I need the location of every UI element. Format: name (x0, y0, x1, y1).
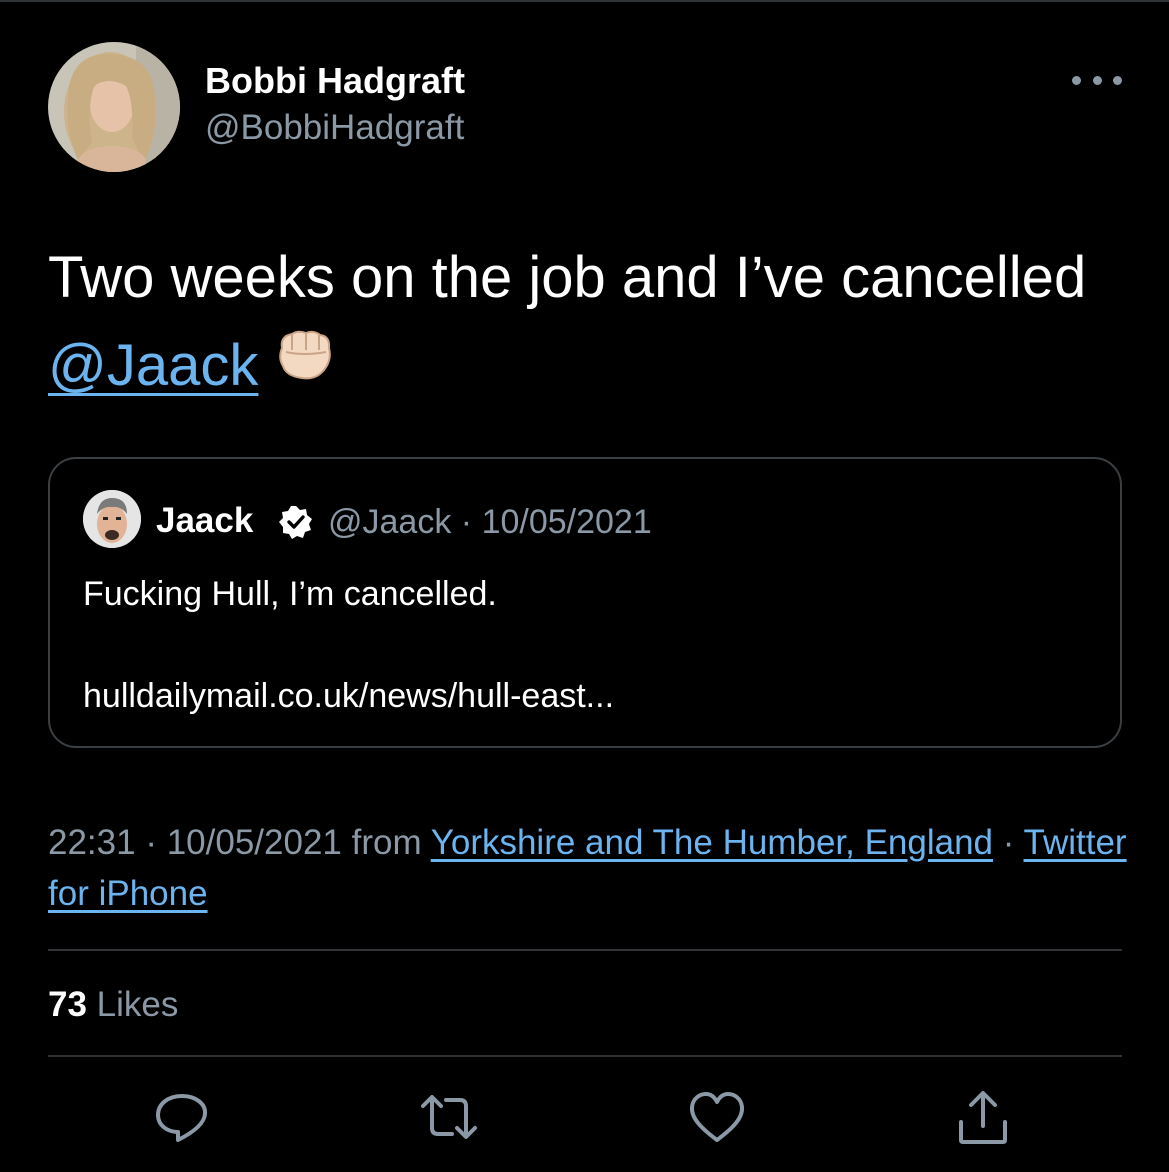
verified-badge-icon (278, 504, 314, 540)
meta-separator: · (460, 503, 473, 541)
quoted-author-handle[interactable]: @Jaack (328, 503, 451, 541)
share-icon (959, 1091, 1007, 1144)
quoted-author-avatar[interactable] (83, 490, 141, 548)
divider (48, 1055, 1122, 1057)
quoted-tweet-text: Fucking Hull, I’m cancelled. (83, 575, 497, 613)
tweet-meta: 22:31 · 10/05/2021 from Yorkshire and Th… (48, 817, 1128, 919)
like-icon (689, 1092, 745, 1142)
author-name[interactable]: Bobbi Hadgraft (205, 60, 465, 102)
from-label: from (351, 823, 422, 862)
tweet-mention-link[interactable]: @Jaack (48, 333, 258, 398)
divider (48, 949, 1122, 951)
author-avatar[interactable] (48, 42, 180, 172)
quoted-meta: @Jaack · 10/05/2021 (328, 503, 652, 542)
meta-separator: · (145, 823, 157, 862)
retweet-button[interactable] (419, 1088, 479, 1148)
author-handle[interactable]: @BobbiHadgraft (205, 108, 464, 148)
fist-icon (274, 319, 334, 407)
quoted-tweet-card[interactable]: Jaack @Jaack · 10/05/2021 Fucking Hull, … (48, 457, 1122, 748)
more-dot (1113, 75, 1122, 85)
quoted-author-name[interactable]: Jaack (156, 501, 253, 541)
like-button[interactable] (687, 1088, 747, 1148)
likes-label: Likes (96, 985, 179, 1024)
quoted-tweet-link[interactable]: hulldailymail.co.uk/news/hull-east... (83, 677, 614, 716)
location-link[interactable]: Yorkshire and The Humber, England (431, 823, 993, 862)
tweet-date: 10/05/2021 (166, 823, 342, 862)
retweet-icon (421, 1095, 477, 1139)
tweet-text: Two weeks on the job and I’ve cancelled … (48, 234, 1128, 410)
meta-separator: · (1002, 823, 1015, 862)
reply-button[interactable] (152, 1088, 212, 1148)
more-dot (1092, 75, 1102, 85)
likes-count[interactable]: 73 Likes (48, 985, 178, 1025)
share-button[interactable] (953, 1088, 1013, 1148)
quoted-tweet-date: 10/05/2021 (481, 503, 652, 541)
tweet-time: 22:31 (48, 823, 136, 862)
more-options-icon[interactable] (1072, 62, 1122, 98)
reply-icon (156, 1094, 208, 1142)
tweet-body: Two weeks on the job and I’ve cancelled (48, 245, 1087, 310)
likes-number: 73 (48, 985, 87, 1024)
more-dot (1072, 75, 1081, 85)
top-divider (0, 0, 1169, 2)
